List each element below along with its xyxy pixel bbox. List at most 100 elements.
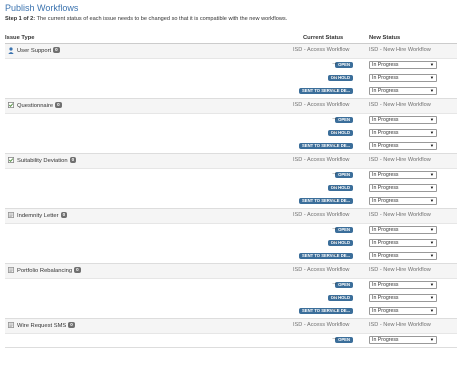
new-status-select[interactable]: In Progress ▼ — [369, 281, 437, 289]
current-workflow: ISD - Access Workflow — [293, 102, 350, 108]
new-status-select[interactable]: In Progress ▼ — [369, 74, 437, 82]
current-status-lozenge: SENT TO SERVICE DE... — [298, 198, 353, 204]
new-workflow: ISD - New Hire Workflow — [369, 157, 431, 163]
chevron-down-icon: ▼ — [429, 308, 434, 313]
chevron-down-icon: ▼ — [429, 117, 434, 122]
new-status-value: In Progress — [372, 62, 399, 68]
arrow-right-icon: → — [331, 60, 338, 67]
step-label: Step 1 of 2: — [5, 16, 36, 22]
issue-type-name: Portfolio Rebalancing 0 — [17, 267, 81, 274]
new-status-select[interactable]: In Progress ▼ — [369, 142, 437, 150]
status-mapping-row: SENT TO SERVICE DE... → In Progress ▼ — [5, 305, 457, 318]
arrow-right-icon: → — [331, 196, 338, 203]
current-workflow: ISD - Access Workflow — [293, 157, 350, 163]
new-status-select[interactable]: In Progress ▼ — [369, 184, 437, 192]
chevron-down-icon: ▼ — [429, 185, 434, 190]
new-status-value: In Progress — [372, 282, 399, 288]
column-header-current-status: Current Status — [303, 35, 344, 41]
chevron-down-icon: ▼ — [429, 282, 434, 287]
status-mapping-row: SENT TO SERVICE DE... → In Progress ▼ — [5, 140, 457, 153]
issue-count-badge: 0 — [68, 322, 75, 328]
new-status-select[interactable]: In Progress ▼ — [369, 336, 437, 344]
current-workflow: ISD - Access Workflow — [293, 47, 350, 53]
arrow-right-icon: → — [331, 225, 338, 232]
issue-type-header: Wire Request SMS 0 ISD - Access Workflow IS… — [5, 319, 457, 334]
new-status-select[interactable]: In Progress ▼ — [369, 171, 437, 179]
new-status-select[interactable]: In Progress ▼ — [369, 116, 437, 124]
issue-type-label: Wire Request SMS — [17, 323, 67, 329]
new-status-value: In Progress — [372, 172, 399, 178]
arrow-right-icon: → — [331, 128, 338, 135]
new-workflow: ISD - New Hire Workflow — [369, 212, 431, 218]
new-status-select[interactable]: In Progress ▼ — [369, 294, 437, 302]
new-status-select[interactable]: In Progress ▼ — [369, 239, 437, 247]
new-status-value: In Progress — [372, 143, 399, 149]
new-status-select[interactable]: In Progress ▼ — [369, 87, 437, 95]
status-mapping-row: ON HOLD → In Progress ▼ — [5, 72, 457, 85]
current-workflow: ISD - Access Workflow — [293, 267, 350, 273]
new-status-value: In Progress — [372, 227, 399, 233]
new-status-select[interactable]: In Progress ▼ — [369, 252, 437, 260]
issue-type-header: Indemnity Letter 0 ISD - Access Workflow IS… — [5, 209, 457, 224]
chevron-down-icon: ▼ — [429, 253, 434, 258]
arrow-right-icon: → — [331, 141, 338, 148]
issue-count-badge: 0 — [55, 102, 62, 108]
issue-type-label: Suitability Deviation — [17, 158, 68, 164]
new-status-value: In Progress — [372, 308, 399, 314]
new-status-select[interactable]: In Progress ▼ — [369, 197, 437, 205]
issue-type-name: Suitability Deviation 0 — [17, 157, 77, 164]
new-status-value: In Progress — [372, 337, 399, 343]
step-instructions: Step 1 of 2: The current status of each … — [5, 16, 287, 22]
issue-count-badge: 0 — [60, 212, 68, 218]
arrow-right-icon: → — [331, 73, 338, 80]
new-status-select[interactable]: In Progress ▼ — [369, 307, 437, 315]
status-mapping-row: SENT TO SERVICE DE... → In Progress ▼ — [5, 195, 457, 208]
new-status-value: In Progress — [372, 75, 399, 81]
status-mapping-row: OPEN → In Progress ▼ — [5, 224, 457, 237]
current-workflow: ISD - Access Workflow — [293, 322, 350, 328]
status-mapping-row: SENT TO SERVICE DE... → In Progress ▼ — [5, 250, 457, 263]
document-icon — [8, 322, 14, 329]
status-mapping-row: SENT TO SERVICE DE... → In Progress ▼ — [5, 85, 457, 98]
status-mapping-row: OPEN → In Progress ▼ — [5, 59, 457, 72]
issue-type-name: Questionnaire 0 — [17, 102, 62, 109]
column-header-new-status: New Status — [369, 35, 401, 41]
current-status-lozenge: SENT TO SERVICE DE... — [298, 88, 353, 94]
new-status-value: In Progress — [372, 240, 399, 246]
arrow-right-icon: → — [331, 86, 338, 93]
document-icon — [8, 267, 14, 274]
issue-type-header: Suitability Deviation 0 ISD - Access Workf… — [5, 154, 457, 169]
checkbox-icon — [8, 157, 14, 164]
arrow-right-icon: → — [331, 251, 338, 258]
new-status-value: In Progress — [372, 198, 399, 204]
column-header-issue-type: Issue Type — [5, 35, 35, 41]
chevron-down-icon: ▼ — [429, 295, 434, 300]
issue-type-label: Indemnity Letter — [17, 213, 59, 219]
current-status-lozenge: SENT TO SERVICE DE... — [298, 308, 353, 314]
checkbox-icon — [8, 102, 14, 109]
chevron-down-icon: ▼ — [429, 88, 434, 93]
new-status-value: In Progress — [372, 117, 399, 123]
issue-type-group: Questionnaire 0 ISD - Access Workflow ISD -… — [5, 99, 457, 154]
issue-type-label: Portfolio Rebalancing — [17, 268, 73, 274]
current-workflow: ISD - Access Workflow — [293, 212, 350, 218]
arrow-right-icon: → — [331, 170, 338, 177]
arrow-right-icon: → — [331, 115, 338, 122]
new-workflow: ISD - New Hire Workflow — [369, 322, 431, 328]
status-mapping-row: ON HOLD → In Progress ▼ — [5, 292, 457, 305]
issue-count-badge: 0 — [53, 47, 60, 53]
new-status-select[interactable]: In Progress ▼ — [369, 226, 437, 234]
new-status-select[interactable]: In Progress ▼ — [369, 129, 437, 137]
user-icon — [8, 47, 14, 54]
issue-type-header: User Support 0 ISD - Access Workflow ISD - … — [5, 44, 457, 59]
arrow-right-icon: → — [331, 335, 338, 342]
new-status-select[interactable]: In Progress ▼ — [369, 61, 437, 69]
issue-count-badge: 0 — [74, 267, 81, 273]
issue-type-group: Indemnity Letter 0 ISD - Access Workflow IS… — [5, 209, 457, 264]
chevron-down-icon: ▼ — [429, 143, 434, 148]
chevron-down-icon: ▼ — [429, 227, 434, 232]
status-mapping-row: OPEN → In Progress ▼ — [5, 169, 457, 182]
arrow-right-icon: → — [331, 183, 338, 190]
chevron-down-icon: ▼ — [429, 198, 434, 203]
arrow-right-icon: → — [331, 238, 338, 245]
